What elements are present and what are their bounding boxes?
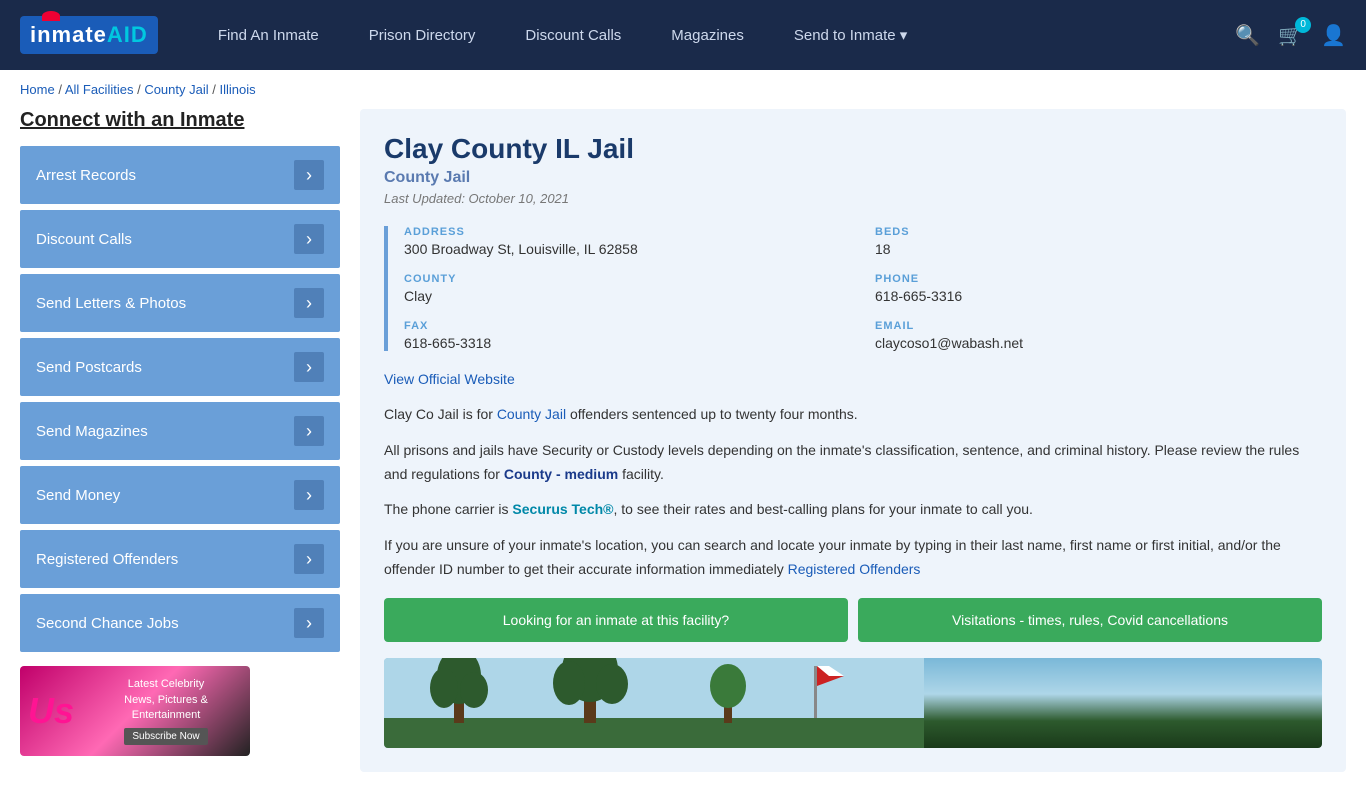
site-logo[interactable]: inmateAID [20,16,158,54]
desc-paragraph-1: Clay Co Jail is for County Jail offender… [384,403,1322,427]
ad-text: Latest Celebrity News, Pictures & Entert… [82,677,250,744]
phone-block: PHONE 618-665-3316 [875,273,1322,304]
address-block: ADDRESS 300 Broadway St, Louisville, IL … [404,226,851,257]
visitations-button[interactable]: Visitations - times, rules, Covid cancel… [858,598,1322,642]
sidebar-item-arrest-records[interactable]: Arrest Records › [20,146,340,204]
chevron-right-icon: › [294,288,324,318]
ad-logo: Us [20,682,82,740]
county-medium-link[interactable]: County - medium [504,466,618,482]
chevron-right-icon: › [294,224,324,254]
breadcrumb-home[interactable]: Home [20,82,55,97]
nav-magazines[interactable]: Magazines [651,27,764,44]
facility-title: Clay County IL Jail [384,133,1322,165]
chevron-right-icon: › [294,480,324,510]
registered-offenders-link[interactable]: Registered Offenders [788,561,921,577]
find-inmate-button[interactable]: Looking for an inmate at this facility? [384,598,848,642]
action-buttons: Looking for an inmate at this facility? … [384,598,1322,642]
securus-tech-link[interactable]: Securus Tech® [512,501,613,517]
advertisement-banner[interactable]: Us Latest Celebrity News, Pictures & Ent… [20,666,250,756]
nav-prison-directory[interactable]: Prison Directory [349,27,496,44]
facility-content: Clay County IL Jail County Jail Last Upd… [360,109,1346,772]
user-icon[interactable]: 👤 [1321,23,1346,48]
ad-subscribe-button[interactable]: Subscribe Now [124,728,207,745]
official-website-link[interactable]: View Official Website [384,371,515,387]
facility-image-svg [384,658,924,748]
chevron-right-icon: › [294,160,324,190]
sidebar-item-send-magazines[interactable]: Send Magazines › [20,402,340,460]
breadcrumb-county-jail[interactable]: County Jail [144,82,208,97]
county-jail-link[interactable]: County Jail [497,406,566,422]
county-block: COUNTY Clay [404,273,851,304]
desc-paragraph-4: If you are unsure of your inmate's locat… [384,534,1322,582]
facility-updated: Last Updated: October 10, 2021 [384,191,1322,206]
breadcrumb: Home / All Facilities / County Jail / Il… [0,70,1366,109]
sidebar-item-discount-calls[interactable]: Discount Calls › [20,210,340,268]
breadcrumb-all-facilities[interactable]: All Facilities [65,82,134,97]
desc-paragraph-3: The phone carrier is Securus Tech®, to s… [384,498,1322,522]
breadcrumb-state[interactable]: Illinois [219,82,255,97]
sidebar-item-send-postcards[interactable]: Send Postcards › [20,338,340,396]
desc-paragraph-2: All prisons and jails have Security or C… [384,439,1322,487]
sidebar: Connect with an Inmate Arrest Records › … [20,109,340,772]
nav-discount-calls[interactable]: Discount Calls [505,27,641,44]
facility-subtitle: County Jail [384,169,1322,187]
facility-description: Clay Co Jail is for County Jail offender… [384,403,1322,582]
chevron-right-icon: › [294,608,324,638]
search-icon[interactable]: 🔍 [1235,23,1260,48]
sidebar-item-send-money[interactable]: Send Money › [20,466,340,524]
nav-find-inmate[interactable]: Find An Inmate [198,27,339,44]
facility-image-preview [384,658,1322,748]
chevron-right-icon: › [294,416,324,446]
sidebar-title: Connect with an Inmate [20,109,340,132]
email-block: EMAIL claycoso1@wabash.net [875,320,1322,351]
chevron-right-icon: › [294,352,324,382]
cart-icon[interactable]: 🛒 0 [1278,23,1303,48]
nav-send-to-inmate[interactable]: Send to Inmate ▾ [774,26,927,44]
fax-block: FAX 618-665-3318 [404,320,851,351]
nav-links: Find An Inmate Prison Directory Discount… [198,26,1235,44]
sidebar-item-send-letters[interactable]: Send Letters & Photos › [20,274,340,332]
logo-text: inmateAID [30,22,148,47]
chevron-right-icon: › [294,544,324,574]
beds-block: BEDS 18 [875,226,1322,257]
sidebar-item-registered-offenders[interactable]: Registered Offenders › [20,530,340,588]
sidebar-item-second-chance-jobs[interactable]: Second Chance Jobs › [20,594,340,652]
cart-badge-count: 0 [1295,17,1311,33]
facility-info-grid: ADDRESS 300 Broadway St, Louisville, IL … [384,226,1322,351]
nav-icons: 🔍 🛒 0 👤 [1235,23,1346,48]
main-container: Connect with an Inmate Arrest Records › … [0,109,1366,792]
